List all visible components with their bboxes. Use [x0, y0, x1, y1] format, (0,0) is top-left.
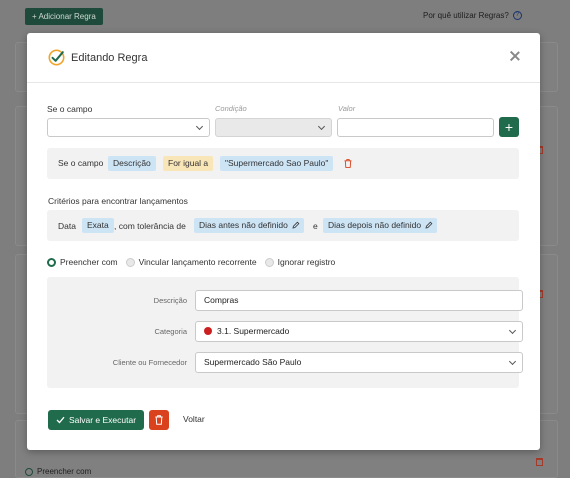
client-select[interactable]: Supermercado São Paulo: [195, 352, 523, 373]
condition-label: Condição: [215, 104, 247, 113]
why-use-rules-link[interactable]: Por quê utilizar Regras? ?: [423, 11, 522, 20]
category-color-icon: [204, 327, 212, 335]
action-options: Preencher com Vincular lançamento recorr…: [47, 257, 343, 267]
radio-fill-with[interactable]: Preencher com: [47, 257, 118, 267]
check-circle-icon: [25, 467, 33, 476]
category-select[interactable]: 3.1. Supermercado: [195, 321, 523, 342]
add-rule-button[interactable]: + Adicionar Regra: [25, 8, 103, 25]
condition-operator-tag: For igual a: [163, 156, 214, 171]
save-and-run-button[interactable]: Salvar e Executar: [48, 410, 144, 430]
background-fill-option: Preencher com: [25, 467, 91, 476]
condition-summary: Se o campo Descrição For igual a "Superm…: [47, 148, 519, 179]
trash-icon: [155, 415, 163, 425]
field-label: Se o campo: [47, 104, 93, 114]
client-label: Cliente ou Fornecedor: [112, 358, 187, 367]
chevron-down-icon: [195, 122, 204, 131]
trash-icon[interactable]: [344, 159, 352, 168]
modal-header: Editando Regra: [27, 33, 540, 83]
radio-link-recurring[interactable]: Vincular lançamento recorrente: [125, 257, 257, 267]
category-label: Categoria: [154, 327, 187, 336]
background-fill-label: Preencher com: [37, 467, 92, 476]
days-after-label: Dias depois não definido: [328, 220, 422, 230]
days-before-tag[interactable]: Dias antes não definido: [194, 218, 304, 233]
days-before-label: Dias antes não definido: [199, 220, 288, 230]
chevron-down-icon: [317, 122, 326, 131]
value-input[interactable]: [337, 118, 494, 137]
rule-check-logo-icon: [48, 49, 65, 66]
criteria-date-label: Data: [58, 221, 76, 231]
add-condition-button[interactable]: +: [499, 117, 519, 137]
condition-select[interactable]: [215, 118, 332, 137]
pencil-icon[interactable]: [292, 221, 300, 229]
radio-ignore-record[interactable]: Ignorar registro: [264, 257, 336, 267]
radio-unselected-icon: [125, 257, 135, 267]
category-select-value: 3.1. Supermercado: [217, 326, 290, 336]
condition-value-tag: "Supermercado Sao Paulo": [220, 156, 334, 171]
client-select-value: Supermercado São Paulo: [204, 357, 302, 367]
check-icon: [56, 416, 65, 424]
description-label: Descrição: [153, 296, 187, 305]
background-topbar: + Adicionar Regra Por quê utilizar Regra…: [0, 0, 570, 34]
radio-unselected-icon: [264, 257, 274, 267]
value-label: Valor: [338, 104, 356, 113]
why-use-rules-label: Por quê utilizar Regras?: [423, 11, 509, 20]
criteria-row: Data Exata , com tolerância de Dias ante…: [47, 210, 519, 241]
radio-fill-with-label: Preencher com: [60, 257, 118, 267]
chevron-down-icon: [508, 326, 517, 335]
fill-form: Descrição Compras Categoria 3.1. Superme…: [47, 277, 523, 388]
back-link[interactable]: Voltar: [183, 414, 205, 424]
radio-selected-icon: [47, 257, 56, 267]
criteria-exact-tag[interactable]: Exata: [82, 218, 114, 233]
criteria-and-text: e: [313, 221, 318, 231]
radio-link-recurring-label: Vincular lançamento recorrente: [138, 257, 257, 267]
field-select[interactable]: [47, 118, 210, 137]
radio-ignore-record-label: Ignorar registro: [277, 257, 336, 267]
criteria-title: Critérios para encontrar lançamentos: [48, 196, 188, 206]
add-rule-label: + Adicionar Regra: [32, 12, 96, 21]
delete-rule-button[interactable]: [149, 410, 169, 430]
help-icon: ?: [512, 11, 522, 20]
trash-icon[interactable]: [536, 458, 543, 466]
condition-field-tag: Descrição: [108, 156, 156, 171]
description-input[interactable]: Compras: [195, 290, 523, 311]
days-after-tag[interactable]: Dias depois não definido: [323, 218, 438, 233]
pencil-icon[interactable]: [425, 221, 433, 229]
chevron-down-icon: [508, 357, 517, 366]
save-and-run-label: Salvar e Executar: [68, 415, 137, 425]
condition-prefix: Se o campo: [58, 158, 104, 168]
edit-rule-modal: Editando Regra Se o campo Condição Valor…: [27, 33, 540, 450]
close-icon[interactable]: [509, 50, 521, 62]
modal-title: Editando Regra: [71, 52, 148, 64]
criteria-tolerance-text: , com tolerância de: [114, 221, 186, 231]
